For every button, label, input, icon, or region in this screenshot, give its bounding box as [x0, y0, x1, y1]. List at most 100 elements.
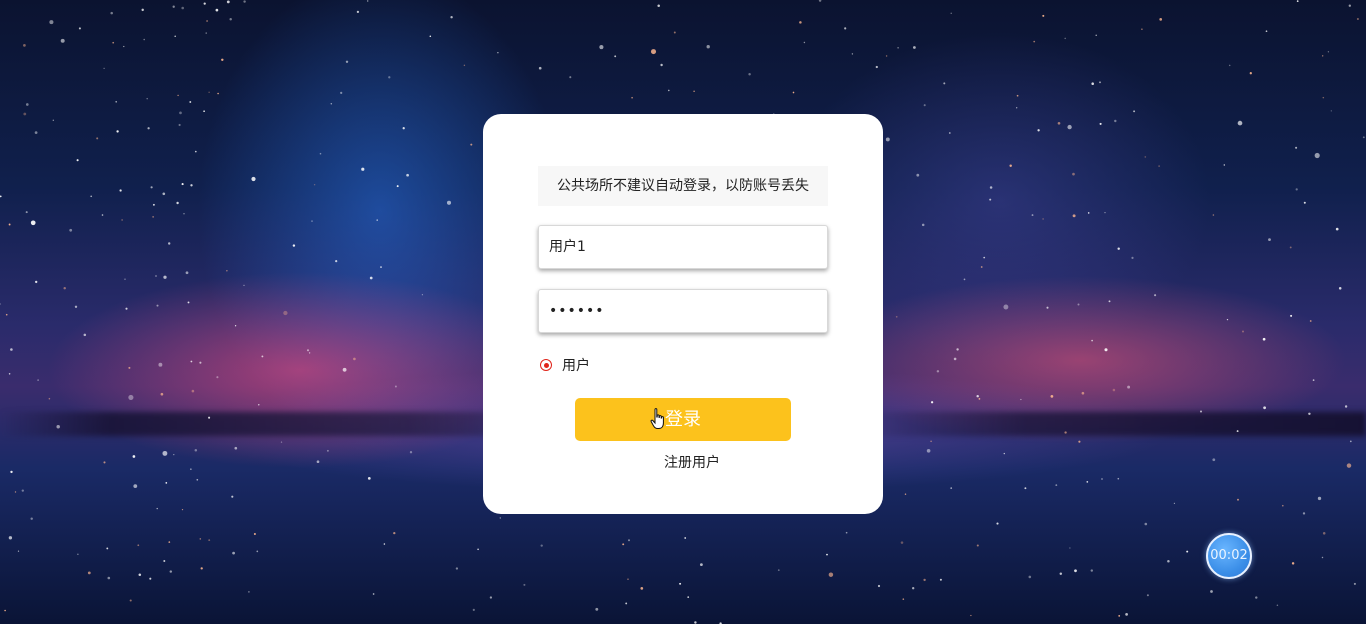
star — [1031, 214, 1034, 217]
star — [1289, 246, 1292, 249]
register-link[interactable]: 注册用户 — [483, 452, 901, 472]
star — [1302, 512, 1306, 515]
username-input[interactable]: 用户1 — [538, 225, 828, 269]
star — [1037, 129, 1040, 132]
star — [1069, 547, 1071, 549]
star — [226, 0, 230, 4]
star — [1290, 314, 1293, 317]
star — [980, 266, 983, 268]
star — [1322, 55, 1324, 57]
star — [128, 394, 134, 400]
star — [1141, 28, 1143, 31]
star — [1118, 615, 1121, 617]
star — [828, 572, 834, 577]
star — [342, 367, 347, 372]
star — [499, 517, 502, 519]
star — [1146, 594, 1149, 597]
star — [77, 553, 79, 555]
star — [1028, 575, 1032, 579]
star — [165, 482, 168, 484]
star — [631, 96, 633, 99]
star — [185, 271, 189, 275]
star — [76, 159, 79, 162]
star — [176, 201, 179, 205]
star — [308, 352, 311, 354]
star — [1295, 188, 1298, 191]
login-button[interactable]: 登录 — [575, 398, 791, 441]
star — [1033, 40, 1036, 43]
star — [10, 470, 13, 474]
star — [1154, 294, 1157, 297]
star — [96, 137, 99, 140]
star — [826, 553, 828, 556]
star — [37, 379, 39, 381]
star — [885, 137, 890, 142]
star — [367, 477, 371, 480]
star — [316, 460, 320, 464]
star — [900, 541, 904, 544]
star — [640, 587, 644, 590]
star — [87, 571, 91, 575]
star — [1210, 590, 1213, 593]
star — [943, 82, 946, 85]
timer-badge[interactable]: 00:02 — [1206, 533, 1252, 579]
star — [916, 173, 920, 177]
star — [845, 531, 848, 534]
star — [1159, 18, 1163, 21]
star — [1212, 458, 1216, 462]
star — [169, 570, 173, 573]
star — [160, 392, 164, 396]
star — [923, 578, 926, 582]
star — [1249, 72, 1252, 75]
star — [650, 49, 657, 55]
star — [895, 315, 898, 318]
star — [1268, 238, 1271, 242]
star — [1353, 582, 1356, 585]
star — [124, 278, 126, 280]
login-notice: 公共场所不建议自动登录，以防账号丢失 — [538, 166, 828, 206]
star — [49, 20, 54, 25]
star — [163, 275, 167, 279]
star — [1067, 124, 1072, 130]
star — [875, 65, 878, 69]
star — [599, 45, 604, 50]
star — [497, 52, 499, 54]
star — [693, 90, 695, 93]
star — [792, 91, 795, 94]
star — [897, 47, 899, 49]
star — [1308, 412, 1311, 416]
star — [1016, 107, 1018, 109]
star — [8, 373, 11, 375]
star — [1095, 34, 1097, 37]
star — [1242, 330, 1244, 333]
star — [1125, 613, 1128, 616]
star — [595, 607, 599, 611]
login-card: 公共场所不建议自动登录，以防账号丢失 用户1 •••••• 用户 登录 注册用户 — [483, 114, 883, 514]
star — [5, 313, 8, 316]
star — [660, 63, 663, 67]
star — [1064, 431, 1067, 434]
password-input[interactable]: •••••• — [538, 289, 828, 333]
star — [406, 173, 409, 177]
star — [189, 101, 192, 103]
star — [477, 548, 479, 551]
role-option-user[interactable]: 用户 — [540, 355, 590, 375]
star — [215, 8, 219, 12]
star — [132, 455, 136, 458]
star — [1091, 339, 1093, 342]
radio-selected-icon[interactable] — [540, 359, 552, 371]
star — [69, 228, 73, 232]
star — [121, 219, 123, 221]
star — [803, 41, 806, 44]
star — [17, 550, 20, 552]
star — [1356, 17, 1359, 21]
star — [216, 376, 219, 379]
star — [8, 536, 13, 540]
star — [1276, 604, 1279, 607]
star — [1072, 214, 1076, 218]
star — [614, 55, 617, 58]
star — [1338, 287, 1342, 290]
star — [950, 12, 952, 14]
star — [1327, 51, 1330, 53]
star — [1042, 218, 1044, 220]
